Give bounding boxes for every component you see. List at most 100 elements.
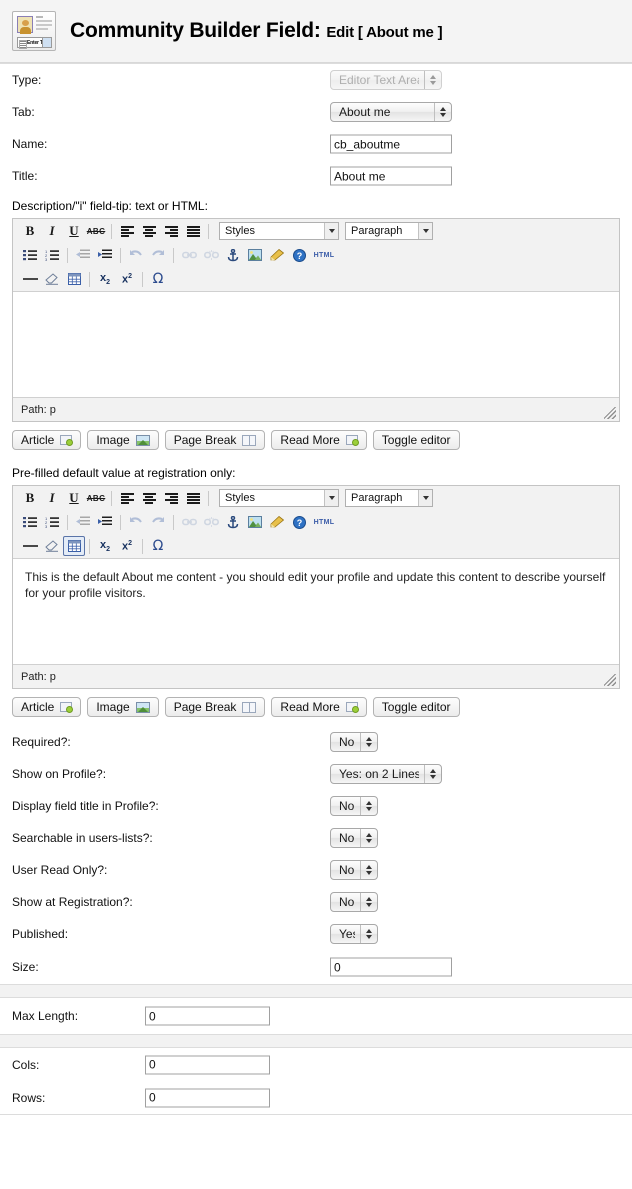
read-more-button[interactable]: Read More [271,430,367,450]
label-required: Required?: [12,735,71,749]
show-on-profile-select[interactable]: Yes: on 2 Lines [330,764,442,784]
tab-select[interactable]: About me [330,102,452,122]
align-right-icon[interactable] [160,488,182,508]
type-select-wrap: Editor Text Area [330,70,442,90]
show-at-registration-select[interactable]: No [330,892,378,912]
undo-icon[interactable] [125,512,147,532]
superscript-icon[interactable]: x2 [116,269,138,289]
title-input[interactable] [330,166,452,186]
insert-image-icon[interactable] [244,245,266,265]
toggle-editor-button[interactable]: Toggle editor [372,430,460,450]
rows-input[interactable] [145,1088,270,1107]
insert-table-icon[interactable] [63,536,85,556]
strikethrough-icon[interactable]: ABC [85,221,107,241]
align-left-icon[interactable] [116,221,138,241]
redo-icon[interactable] [147,245,169,265]
remove-format-icon[interactable] [41,536,63,556]
styles-select[interactable]: Styles [219,222,339,240]
searchable-select[interactable]: No [330,828,378,848]
required-select[interactable]: No [330,732,378,752]
underline-icon[interactable]: U [63,221,85,241]
article-button[interactable]: Article [12,430,82,450]
resize-grip-icon[interactable] [604,674,616,686]
anchor-icon[interactable] [222,245,244,265]
bold-icon[interactable]: B [19,488,41,508]
user-read-only-select[interactable]: No [330,860,378,880]
superscript-icon[interactable]: x2 [116,536,138,556]
image-button[interactable]: Image [87,697,159,717]
edit-html-icon[interactable]: HTML [310,512,338,532]
cols-input[interactable] [145,1055,270,1074]
strikethrough-icon[interactable]: ABC [85,488,107,508]
description-editor: B I U ABC Styles Paragraph 1 2 3 ? HTML … [12,218,620,422]
field-row-tab: Tab: About me [0,96,632,128]
special-character-icon[interactable]: Ω [147,269,169,289]
indent-icon[interactable] [94,512,116,532]
page-break-button[interactable]: Page Break [164,430,266,450]
unlink-icon[interactable] [200,512,222,532]
italic-icon[interactable]: I [41,221,63,241]
indent-icon[interactable] [94,245,116,265]
panel-spacer [0,1035,632,1047]
subscript-icon[interactable]: x2 [94,269,116,289]
help-icon[interactable]: ? [288,512,310,532]
page-root: Enter Text Community Builder Field: Edit… [0,0,632,1189]
remove-format-icon[interactable] [41,269,63,289]
article-button-label: Article [21,433,55,447]
subscript-icon[interactable]: x2 [94,536,116,556]
align-right-icon[interactable] [160,221,182,241]
styles-select[interactable]: Styles [219,489,339,507]
outdent-icon[interactable] [72,512,94,532]
prefilled-editor-body[interactable]: This is the default About me content - y… [13,559,619,664]
horizontal-rule-icon[interactable] [19,536,41,556]
numbered-list-icon[interactable]: 123 [41,245,63,265]
align-justify-icon[interactable] [182,221,204,241]
page-break-button[interactable]: Page Break [164,697,266,717]
page-header: Enter Text Community Builder Field: Edit… [0,0,632,63]
size-input[interactable] [330,957,452,977]
toolbar-separator [89,271,90,287]
underline-icon[interactable]: U [63,488,85,508]
format-select[interactable]: Paragraph [345,222,433,240]
chevron-down-icon [324,490,338,506]
page-break-icon [242,434,257,446]
outdent-icon[interactable] [72,245,94,265]
name-input[interactable] [330,134,452,154]
anchor-icon[interactable] [222,512,244,532]
horizontal-rule-icon[interactable] [19,269,41,289]
special-character-icon[interactable]: Ω [147,536,169,556]
align-center-icon[interactable] [138,488,160,508]
italic-icon[interactable]: I [41,488,63,508]
cleanup-icon[interactable] [266,245,288,265]
bold-icon[interactable]: B [19,221,41,241]
toggle-editor-button[interactable]: Toggle editor [372,697,460,717]
numbered-list-icon[interactable]: 123 [41,512,63,532]
article-button[interactable]: Article [12,697,82,717]
insert-table-icon[interactable] [63,269,85,289]
description-editor-body[interactable] [13,292,619,397]
help-icon[interactable]: ? [288,245,310,265]
link-icon[interactable] [178,512,200,532]
unlink-icon[interactable] [200,245,222,265]
read-more-button[interactable]: Read More [271,697,367,717]
insert-image-icon[interactable] [244,512,266,532]
bullet-list-icon[interactable] [19,512,41,532]
max-length-input[interactable] [145,1006,270,1026]
align-justify-icon[interactable] [182,488,204,508]
image-button[interactable]: Image [87,430,159,450]
page-title: Community Builder Field: Edit [ About me… [70,19,443,43]
align-left-icon[interactable] [116,488,138,508]
align-center-icon[interactable] [138,221,160,241]
format-select[interactable]: Paragraph [345,489,433,507]
display-title-select[interactable]: No [330,796,378,816]
redo-icon[interactable] [147,512,169,532]
undo-icon[interactable] [125,245,147,265]
resize-grip-icon[interactable] [604,407,616,419]
type-select[interactable]: Editor Text Area [330,70,442,90]
published-select[interactable]: Yes [330,924,378,944]
edit-html-icon[interactable]: HTML [310,245,338,265]
bullet-list-icon[interactable] [19,245,41,265]
editor-toolbar-row-1: B I U ABC Styles Paragraph [13,219,619,243]
cleanup-icon[interactable] [266,512,288,532]
link-icon[interactable] [178,245,200,265]
